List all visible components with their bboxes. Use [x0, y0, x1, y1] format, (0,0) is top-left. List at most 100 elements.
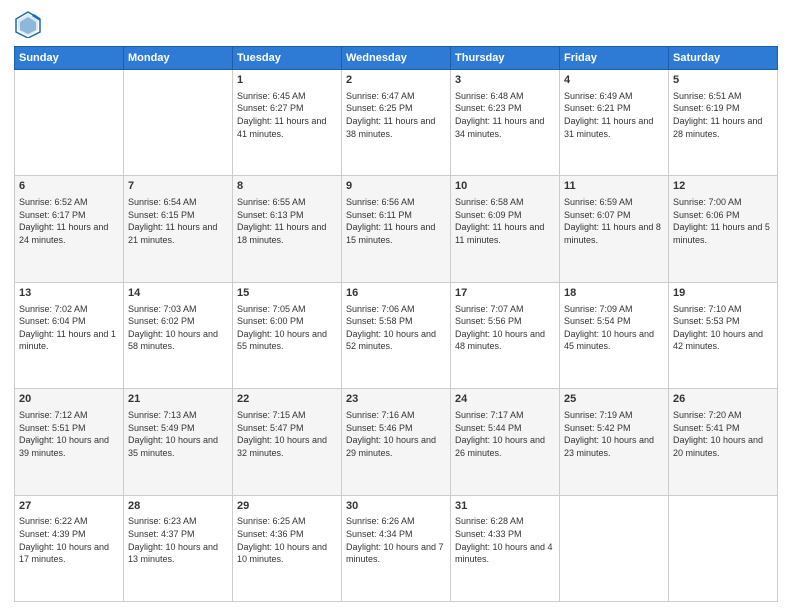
- calendar-cell: [669, 495, 778, 601]
- day-number: 25: [564, 392, 664, 407]
- day-number: 22: [237, 392, 337, 407]
- calendar-cell: 27Sunrise: 6:22 AM Sunset: 4:39 PM Dayli…: [15, 495, 124, 601]
- calendar-cell: 21Sunrise: 7:13 AM Sunset: 5:49 PM Dayli…: [124, 389, 233, 495]
- day-number: 16: [346, 286, 446, 301]
- day-of-week-header: Friday: [560, 47, 669, 70]
- calendar-week-row: 27Sunrise: 6:22 AM Sunset: 4:39 PM Dayli…: [15, 495, 778, 601]
- day-number: 23: [346, 392, 446, 407]
- day-info: Sunrise: 6:23 AM Sunset: 4:37 PM Dayligh…: [128, 515, 228, 565]
- calendar-cell: 18 Sunrise: 7:09 AM Sunset: 5:54 PM Dayli…: [560, 282, 669, 388]
- day-info: Sunrise: 7:02 AM Sunset: 6:04 PM Dayligh…: [19, 303, 119, 353]
- day-number: 19: [673, 286, 773, 301]
- calendar-cell: [124, 70, 233, 176]
- calendar-cell: [15, 70, 124, 176]
- calendar-cell: 30Sunrise: 6:26 AM Sunset: 4:34 PM Dayli…: [342, 495, 451, 601]
- calendar-cell: 24 Sunrise: 7:17 AM Sunset: 5:44 PM Dayli…: [451, 389, 560, 495]
- day-number: 17: [455, 286, 555, 301]
- day-info: Sunrise: 7:00 AM Sunset: 6:06 PM Dayligh…: [673, 196, 773, 246]
- day-info: Sunrise: 6:48 AM Sunset: 6:23 PM Dayligh…: [455, 90, 555, 140]
- calendar-table: SundayMondayTuesdayWednesdayThursdayFrid…: [14, 46, 778, 602]
- day-number: 15: [237, 286, 337, 301]
- day-info: Sunrise: 6:52 AM Sunset: 6:17 PM Dayligh…: [19, 196, 119, 246]
- day-number: 28: [128, 499, 228, 514]
- day-of-week-header: Saturday: [669, 47, 778, 70]
- day-info: Sunrise: 7:12 AM Sunset: 5:51 PM Dayligh…: [19, 409, 119, 459]
- page: SundayMondayTuesdayWednesdayThursdayFrid…: [0, 0, 792, 612]
- calendar-cell: 9 Sunrise: 6:56 AM Sunset: 6:11 PM Daylig…: [342, 176, 451, 282]
- calendar-cell: 17 Sunrise: 7:07 AM Sunset: 5:56 PM Dayli…: [451, 282, 560, 388]
- day-info: Sunrise: 6:28 AM Sunset: 4:33 PM Dayligh…: [455, 515, 555, 565]
- calendar-cell: 6 Sunrise: 6:52 AM Sunset: 6:17 PM Daylig…: [15, 176, 124, 282]
- day-info: Sunrise: 7:06 AM Sunset: 5:58 PM Dayligh…: [346, 303, 446, 353]
- day-number: 18: [564, 286, 664, 301]
- day-info: Sunrise: 7:19 AM Sunset: 5:42 PM Dayligh…: [564, 409, 664, 459]
- calendar-cell: 8 Sunrise: 6:55 AM Sunset: 6:13 PM Daylig…: [233, 176, 342, 282]
- calendar-cell: 4 Sunrise: 6:49 AM Sunset: 6:21 PM Daylig…: [560, 70, 669, 176]
- day-of-week-header: Thursday: [451, 47, 560, 70]
- day-number: 3: [455, 73, 555, 88]
- day-info: Sunrise: 6:55 AM Sunset: 6:13 PM Dayligh…: [237, 196, 337, 246]
- day-number: 11: [564, 179, 664, 194]
- day-info: Sunrise: 7:15 AM Sunset: 5:47 PM Dayligh…: [237, 409, 337, 459]
- calendar-cell: 5 Sunrise: 6:51 AM Sunset: 6:19 PM Daylig…: [669, 70, 778, 176]
- day-number: 24: [455, 392, 555, 407]
- day-info: Sunrise: 6:59 AM Sunset: 6:07 PM Dayligh…: [564, 196, 664, 246]
- calendar-week-row: 20 Sunrise: 7:12 AM Sunset: 5:51 PM Dayli…: [15, 389, 778, 495]
- day-number: 1: [237, 73, 337, 88]
- calendar-header-row: SundayMondayTuesdayWednesdayThursdayFrid…: [15, 47, 778, 70]
- day-of-week-header: Monday: [124, 47, 233, 70]
- calendar-cell: 14 Sunrise: 7:03 AM Sunset: 6:02 PM Dayli…: [124, 282, 233, 388]
- calendar-cell: 31Sunrise: 6:28 AM Sunset: 4:33 PM Dayli…: [451, 495, 560, 601]
- calendar-cell: 15 Sunrise: 7:05 AM Sunset: 6:00 PM Dayli…: [233, 282, 342, 388]
- calendar-cell: 25 Sunrise: 7:19 AM Sunset: 5:42 PM Dayli…: [560, 389, 669, 495]
- day-number: 20: [19, 392, 119, 407]
- calendar-cell: 1 Sunrise: 6:45 AM Sunset: 6:27 PM Daylig…: [233, 70, 342, 176]
- day-info: Sunrise: 6:45 AM Sunset: 6:27 PM Dayligh…: [237, 90, 337, 140]
- calendar-cell: 11 Sunrise: 6:59 AM Sunset: 6:07 PM Dayli…: [560, 176, 669, 282]
- calendar-cell: 10 Sunrise: 6:58 AM Sunset: 6:09 PM Dayli…: [451, 176, 560, 282]
- day-info: Sunrise: 6:26 AM Sunset: 4:34 PM Dayligh…: [346, 515, 446, 565]
- day-number: 10: [455, 179, 555, 194]
- calendar-week-row: 13Sunrise: 7:02 AM Sunset: 6:04 PM Dayli…: [15, 282, 778, 388]
- day-number: 6: [19, 179, 119, 194]
- day-number: 7: [128, 179, 228, 194]
- day-info: Sunrise: 6:47 AM Sunset: 6:25 PM Dayligh…: [346, 90, 446, 140]
- day-of-week-header: Wednesday: [342, 47, 451, 70]
- calendar-cell: 3 Sunrise: 6:48 AM Sunset: 6:23 PM Daylig…: [451, 70, 560, 176]
- calendar-cell: 19Sunrise: 7:10 AM Sunset: 5:53 PM Dayli…: [669, 282, 778, 388]
- calendar-cell: [560, 495, 669, 601]
- day-info: Sunrise: 7:16 AM Sunset: 5:46 PM Dayligh…: [346, 409, 446, 459]
- day-info: Sunrise: 7:09 AM Sunset: 5:54 PM Dayligh…: [564, 303, 664, 353]
- calendar-cell: 22 Sunrise: 7:15 AM Sunset: 5:47 PM Dayli…: [233, 389, 342, 495]
- day-info: Sunrise: 7:03 AM Sunset: 6:02 PM Dayligh…: [128, 303, 228, 353]
- day-number: 2: [346, 73, 446, 88]
- day-number: 26: [673, 392, 773, 407]
- day-number: 9: [346, 179, 446, 194]
- day-info: Sunrise: 6:25 AM Sunset: 4:36 PM Dayligh…: [237, 515, 337, 565]
- logo-icon: [14, 10, 42, 38]
- day-number: 27: [19, 499, 119, 514]
- day-info: Sunrise: 6:51 AM Sunset: 6:19 PM Dayligh…: [673, 90, 773, 140]
- day-number: 5: [673, 73, 773, 88]
- calendar-week-row: 6 Sunrise: 6:52 AM Sunset: 6:17 PM Daylig…: [15, 176, 778, 282]
- calendar-cell: 12Sunrise: 7:00 AM Sunset: 6:06 PM Dayli…: [669, 176, 778, 282]
- header: [14, 10, 778, 38]
- day-number: 29: [237, 499, 337, 514]
- day-of-week-header: Sunday: [15, 47, 124, 70]
- day-info: Sunrise: 7:05 AM Sunset: 6:00 PM Dayligh…: [237, 303, 337, 353]
- day-number: 8: [237, 179, 337, 194]
- day-info: Sunrise: 7:17 AM Sunset: 5:44 PM Dayligh…: [455, 409, 555, 459]
- calendar-cell: 16 Sunrise: 7:06 AM Sunset: 5:58 PM Dayli…: [342, 282, 451, 388]
- day-info: Sunrise: 6:22 AM Sunset: 4:39 PM Dayligh…: [19, 515, 119, 565]
- calendar-cell: 29Sunrise: 6:25 AM Sunset: 4:36 PM Dayli…: [233, 495, 342, 601]
- day-info: Sunrise: 6:49 AM Sunset: 6:21 PM Dayligh…: [564, 90, 664, 140]
- day-info: Sunrise: 6:56 AM Sunset: 6:11 PM Dayligh…: [346, 196, 446, 246]
- day-info: Sunrise: 6:58 AM Sunset: 6:09 PM Dayligh…: [455, 196, 555, 246]
- calendar-cell: 26 Sunrise: 7:20 AM Sunset: 5:41 PM Dayli…: [669, 389, 778, 495]
- day-number: 4: [564, 73, 664, 88]
- calendar-cell: 13Sunrise: 7:02 AM Sunset: 6:04 PM Dayli…: [15, 282, 124, 388]
- calendar-cell: 20 Sunrise: 7:12 AM Sunset: 5:51 PM Dayli…: [15, 389, 124, 495]
- day-info: Sunrise: 7:20 AM Sunset: 5:41 PM Dayligh…: [673, 409, 773, 459]
- day-number: 14: [128, 286, 228, 301]
- day-info: Sunrise: 7:07 AM Sunset: 5:56 PM Dayligh…: [455, 303, 555, 353]
